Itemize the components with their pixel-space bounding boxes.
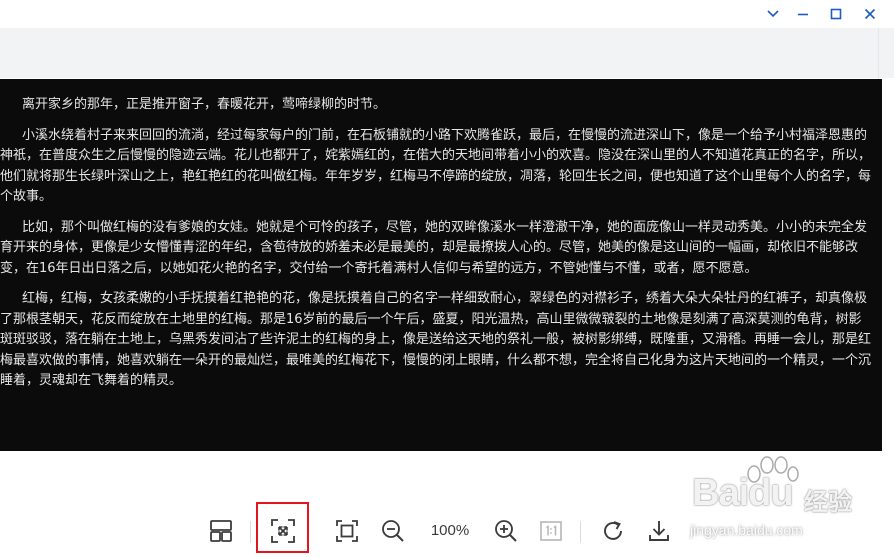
paragraph-3: 比如，那个叫做红梅的没有爹娘的女娃。她就是个可怜的孩子，尽管，她的双眸像溪水一样… — [0, 219, 868, 276]
rotate-button[interactable] — [598, 505, 630, 557]
paragraph-4: 红梅，红梅，女孩柔嫩的小手抚摸着红艳艳的花，像是抚摸着自己的名字一样细致耐心，翠… — [0, 291, 872, 388]
watermark-brand-bai: Bai — [692, 472, 749, 514]
watermark-url: jingyan.baidu.com — [690, 522, 803, 538]
zoom-out-icon — [382, 520, 404, 542]
collapse-button[interactable] — [756, 0, 790, 28]
download-icon — [649, 521, 669, 541]
image-text-content: 离开家乡的那年，正是推开窗子，春暖花开，莺啼绿柳的时节。 小溪水绕着村子来来回回… — [0, 95, 876, 402]
close-icon — [864, 8, 876, 20]
paragraph-1: 离开家乡的那年，正是推开窗子，春暖花开，莺啼绿柳的时节。 — [22, 97, 387, 112]
close-button[interactable] — [853, 0, 887, 28]
maximize-button[interactable] — [819, 0, 853, 28]
toolbar-separator — [580, 521, 581, 543]
watermark-brand: Baidu — [692, 472, 794, 515]
paragraph-2: 小溪水绕着村子来来回回的流淌，经过每家每户的门前，在石板铺就的小路下欢腾雀跃，最… — [0, 127, 872, 205]
rotate-icon — [604, 521, 622, 540]
layout-button[interactable] — [205, 505, 237, 557]
minimize-icon — [798, 13, 808, 16]
zoom-out-button[interactable] — [377, 505, 409, 557]
maximize-icon — [830, 8, 842, 20]
actual-size-icon — [540, 521, 562, 541]
watermark-brand-du: du — [748, 472, 793, 514]
zoom-level: 100% — [430, 522, 470, 539]
fullscreen-icon — [336, 520, 358, 542]
actual-size-button[interactable] — [535, 505, 567, 557]
watermark-cn: 经验 — [804, 488, 852, 516]
minimize-button[interactable] — [786, 0, 820, 28]
download-button[interactable] — [643, 505, 675, 557]
zoom-in-icon — [495, 520, 517, 542]
image-viewer-canvas[interactable]: 离开家乡的那年，正是推开窗子，春暖花开，莺啼绿柳的时节。 小溪水绕着村子来来回回… — [0, 79, 882, 451]
fullscreen-button[interactable] — [331, 505, 363, 557]
baidu-watermark: Baidu 经验 jingyan.baidu.com — [678, 452, 892, 548]
highlight-box — [256, 502, 309, 553]
top-strip — [0, 28, 894, 78]
toolbar-separator — [250, 521, 251, 543]
zoom-in-button[interactable] — [490, 505, 522, 557]
chevron-down-icon — [767, 10, 779, 18]
layout-icon — [210, 520, 232, 542]
title-bar — [0, 0, 894, 28]
